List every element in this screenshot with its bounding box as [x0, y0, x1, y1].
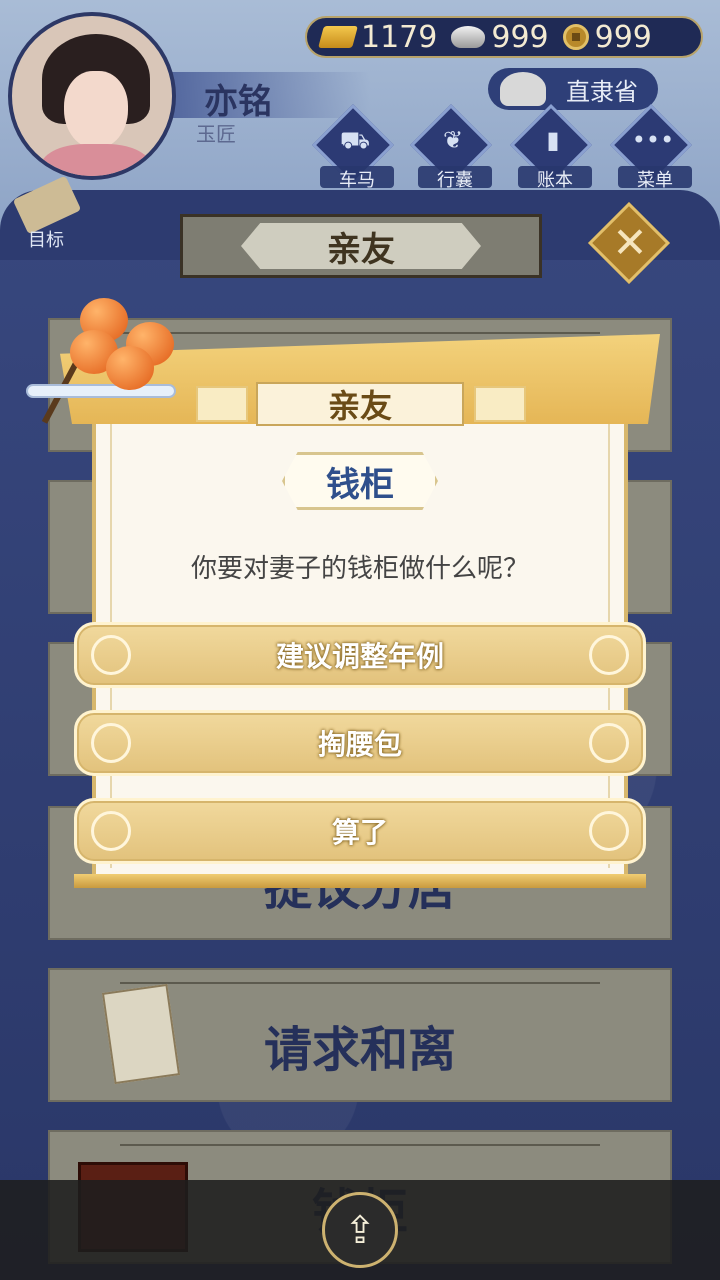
- goal-label: 目标: [28, 230, 64, 251]
- option-adjust-allowance-button[interactable]: 建议调整年例: [74, 622, 646, 688]
- close-icon[interactable]: ✕: [606, 214, 654, 272]
- page-title: 亲友: [241, 223, 481, 269]
- avatar-dress: [40, 144, 152, 176]
- share-button[interactable]: ⇪: [322, 1192, 398, 1268]
- cloud-ornament-icon: [589, 723, 629, 763]
- cloud-ornament-icon: [91, 811, 131, 851]
- player-avatar[interactable]: [8, 12, 176, 180]
- copper-count: 999: [594, 19, 652, 55]
- menu-label-ledger: 账本: [518, 166, 592, 191]
- dialog-header-ornament: [196, 386, 248, 422]
- region-tag[interactable]: 直隶省: [488, 68, 658, 110]
- copper-coin-icon: [562, 24, 589, 50]
- goal-button[interactable]: 目标: [10, 175, 90, 251]
- dialog-footer: [74, 874, 646, 888]
- menu-label-bag: 行囊: [418, 166, 492, 191]
- currency-bar: 1179 999 999: [305, 16, 703, 58]
- list-item-label: 请求和离: [263, 1022, 456, 1078]
- dialog-title: 亲友: [256, 382, 464, 426]
- menu-button-ledger[interactable]: ▮ 账本: [509, 103, 593, 191]
- option-cancel-button[interactable]: 算了: [74, 798, 646, 864]
- cloud-ornament-icon: [589, 811, 629, 851]
- region-label: 直隶省: [566, 77, 638, 106]
- menu-button-bag[interactable]: ❦ 行囊: [409, 103, 493, 191]
- menu-label-more: 菜单: [618, 166, 692, 191]
- gold-ingot-icon: [318, 26, 358, 48]
- official-hat-icon: [500, 72, 546, 106]
- menu-label-carriage: 车马: [320, 166, 394, 191]
- cloud-ornament-icon: [91, 635, 131, 675]
- dialog-question: 你要对妻子的钱柜做什么呢？: [190, 554, 529, 584]
- cloud-deco: [26, 384, 176, 398]
- gold-count: 1179: [361, 19, 438, 55]
- player-title: 玉匠: [196, 122, 236, 146]
- player-name: 亦铭: [204, 82, 272, 122]
- menu-button-more[interactable]: ••• 菜单: [609, 103, 693, 191]
- cloud-ornament-icon: [589, 635, 629, 675]
- dialog-subtitle: 钱柜: [282, 452, 438, 510]
- cloud-ornament-icon: [91, 723, 131, 763]
- dialog-header-ornament: [474, 386, 526, 422]
- list-item-divorce[interactable]: 请求和离: [48, 968, 672, 1102]
- avatar-face: [64, 71, 128, 149]
- silver-count: 999: [491, 19, 549, 55]
- candied-fruit-icon: [106, 346, 154, 390]
- section-title-frame: 亲友: [180, 214, 542, 278]
- silver-ingot-icon: [451, 26, 486, 48]
- option-pay-button[interactable]: 掏腰包: [74, 710, 646, 776]
- menu-button-carriage[interactable]: ⛟ 车马: [311, 103, 395, 191]
- share-icon: ⇪: [344, 1208, 376, 1252]
